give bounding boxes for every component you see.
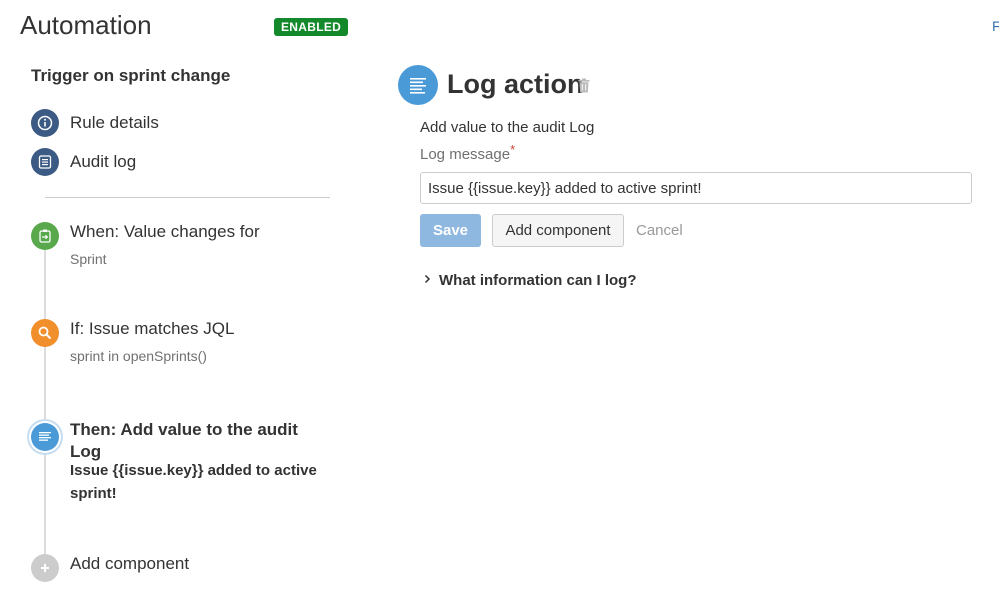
log-help-expander[interactable]: What information can I log? <box>424 271 637 289</box>
sidebar-item-audit-log[interactable]: Audit log <box>31 148 136 176</box>
required-marker: * <box>510 142 516 157</box>
step-subtitle: Sprint <box>70 251 107 267</box>
status-badge: ENABLED <box>274 18 349 36</box>
trash-icon[interactable] <box>578 78 590 98</box>
add-component-label: Add component <box>70 554 190 573</box>
log-message-input[interactable] <box>420 172 972 204</box>
chevron-right-icon <box>424 271 431 289</box>
log-icon <box>398 65 438 105</box>
cancel-button[interactable]: Cancel <box>634 214 685 247</box>
log-message-label: Log message* <box>420 142 515 163</box>
step-subtitle: sprint in openSprints() <box>70 348 207 364</box>
trigger-icon <box>31 222 59 250</box>
header-edge-link[interactable]: F <box>992 18 999 34</box>
field-label-text: Log message <box>420 146 511 163</box>
rule-name: Trigger on sprint change <box>31 66 231 85</box>
search-icon <box>31 319 59 347</box>
step-subtitle: Issue {{issue.key}} added to active spri… <box>70 462 317 502</box>
plus-icon <box>31 554 59 582</box>
log-icon <box>31 423 59 451</box>
list-icon <box>31 148 59 176</box>
step-title: If: Issue matches JQL <box>70 319 235 338</box>
expander-label: What information can I log? <box>439 271 637 289</box>
sidebar-item-label: Rule details <box>70 113 159 132</box>
info-icon <box>31 109 59 137</box>
step-title: When: Value changes for <box>70 222 260 241</box>
step-title: Then: Add value to the audit Log <box>70 420 298 461</box>
save-button[interactable]: Save <box>420 214 481 247</box>
panel-description: Add value to the audit Log <box>420 119 595 136</box>
timeline-line <box>44 248 46 566</box>
sidebar-item-label: Audit log <box>70 152 137 171</box>
page-title: Automation <box>20 10 152 40</box>
add-component-button[interactable]: Add component <box>492 214 624 247</box>
sidebar-divider <box>45 197 330 198</box>
sidebar-item-rule-details[interactable]: Rule details <box>31 109 159 137</box>
panel-title: Log action <box>447 69 584 99</box>
